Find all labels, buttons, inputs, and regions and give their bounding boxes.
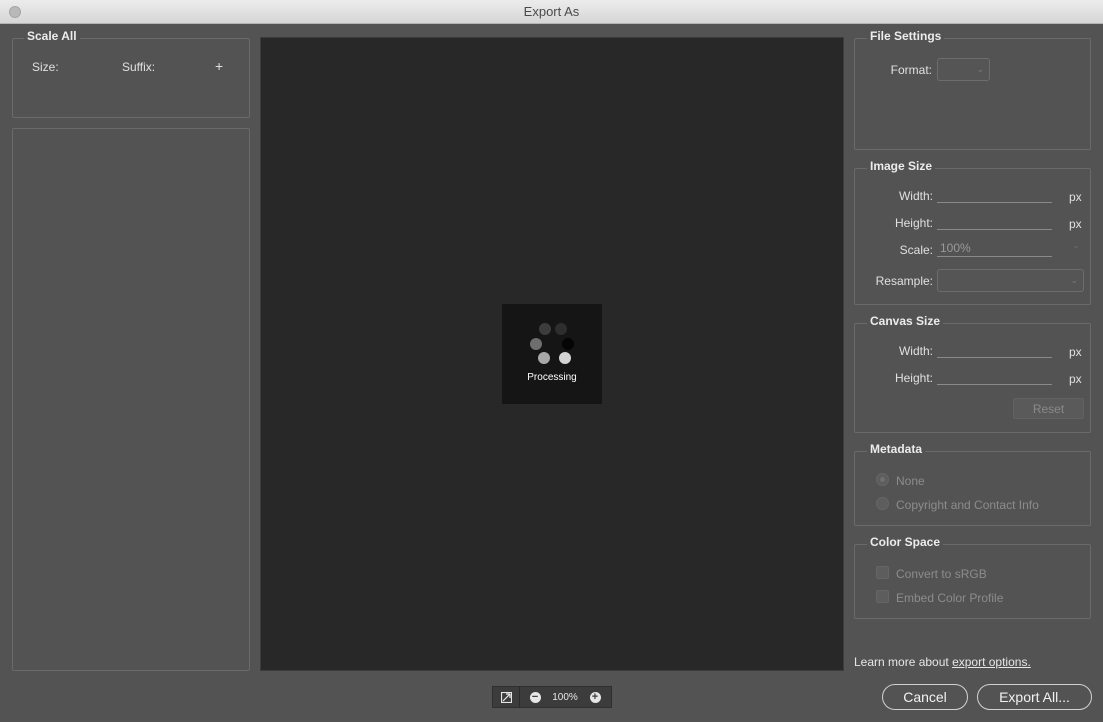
canvas-height-unit: px [1069, 372, 1082, 386]
canvas-width-input[interactable] [937, 342, 1052, 358]
spinner-dot [562, 338, 574, 350]
metadata-none-radio[interactable] [876, 473, 889, 486]
suffix-label: Suffix: [122, 60, 156, 74]
chevron-down-icon: ⌄ [976, 63, 984, 74]
convert-srgb-label: Convert to sRGB [896, 567, 987, 581]
resample-label: Resample: [875, 274, 933, 288]
spinner-dot [555, 323, 567, 335]
scale-chevron-icon[interactable]: ⌄ [1072, 240, 1080, 251]
zoom-in-button[interactable]: + [580, 691, 610, 703]
learn-more-prefix: Learn more about [854, 655, 953, 669]
zoom-out-icon: − [529, 691, 541, 703]
resample-select[interactable]: ⌄ [937, 269, 1084, 292]
reset-button[interactable]: Reset [1013, 398, 1084, 419]
size-label: Size: [32, 60, 59, 74]
close-window-button[interactable] [9, 6, 21, 18]
metadata-title: Metadata [867, 442, 926, 456]
export-all-button[interactable]: Export All... [977, 684, 1092, 710]
chevron-down-icon: ⌄ [1070, 274, 1078, 285]
color-space-group [854, 544, 1091, 619]
file-settings-title: File Settings [867, 29, 945, 43]
format-select[interactable]: ⌄ [937, 58, 990, 81]
spinner-dot [530, 338, 542, 350]
image-size-title: Image Size [867, 159, 936, 173]
spinner-dot [539, 323, 551, 335]
canvas-height-label: Height: [894, 371, 933, 385]
scale-label: Scale: [899, 243, 933, 257]
image-width-label: Width: [898, 189, 933, 203]
color-space-title: Color Space [867, 535, 944, 549]
processing-indicator: Processing [502, 304, 602, 404]
scale-all-title: Scale All [24, 29, 80, 43]
embed-profile-label: Embed Color Profile [896, 591, 1004, 605]
fit-screen-icon [500, 691, 512, 703]
scale-list-panel [12, 128, 250, 671]
metadata-none-label: None [896, 474, 925, 488]
processing-label: Processing [527, 372, 577, 383]
export-options-link[interactable]: export options. [952, 655, 1031, 669]
image-height-label: Height: [894, 216, 933, 230]
embed-profile-checkbox[interactable] [876, 590, 889, 603]
add-scale-button[interactable]: + [215, 58, 223, 74]
cancel-button[interactable]: Cancel [882, 684, 968, 710]
window-title: Export As [523, 4, 580, 19]
zoom-level: 100% [552, 691, 578, 703]
canvas-width-unit: px [1069, 345, 1082, 359]
image-width-unit: px [1069, 190, 1082, 204]
fit-to-screen-button[interactable] [493, 687, 520, 707]
title-bar: Export As [0, 0, 1103, 24]
spinner-dot [538, 352, 550, 364]
spinner-dot [559, 352, 571, 364]
image-height-unit: px [1069, 217, 1082, 231]
image-width-input[interactable] [937, 187, 1052, 203]
format-label: Format: [890, 63, 932, 77]
metadata-copyright-radio[interactable] [876, 497, 889, 510]
learn-more-text: Learn more about export options. [854, 655, 1031, 669]
scale-input[interactable]: 100% [937, 241, 1052, 257]
metadata-copyright-label: Copyright and Contact Info [896, 498, 1039, 512]
zoom-out-button[interactable]: − [520, 691, 550, 703]
zoom-toolbar: − 100% + [492, 686, 612, 708]
file-settings-group [854, 38, 1091, 150]
zoom-in-icon: + [589, 691, 601, 703]
metadata-group [854, 451, 1091, 526]
convert-srgb-checkbox[interactable] [876, 566, 889, 579]
canvas-width-label: Width: [898, 344, 933, 358]
canvas-size-title: Canvas Size [867, 314, 944, 328]
canvas-height-input[interactable] [937, 369, 1052, 385]
scale-all-group [12, 38, 250, 118]
image-height-input[interactable] [937, 214, 1052, 230]
